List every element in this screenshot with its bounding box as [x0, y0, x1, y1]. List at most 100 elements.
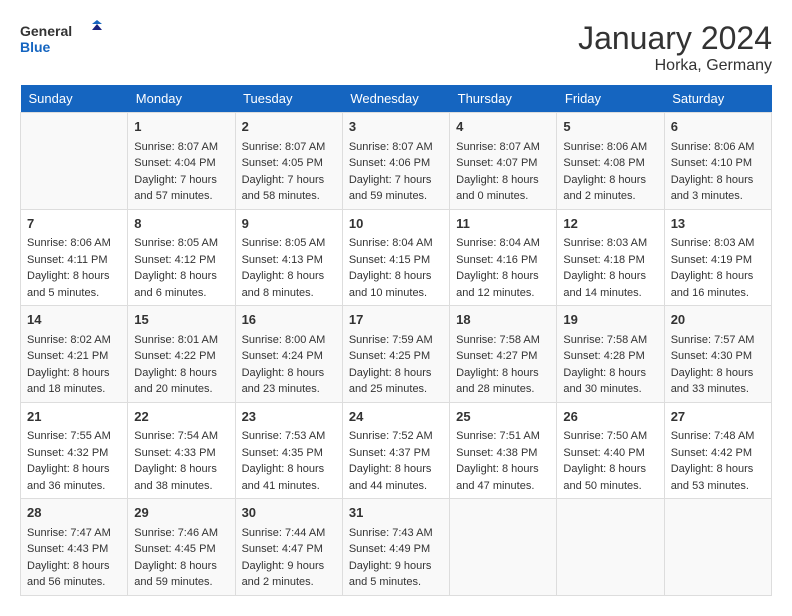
day-number: 15: [134, 310, 228, 330]
cell-week4-day4: 24 Sunrise: 7:52 AM Sunset: 4:37 PM Dayl…: [342, 402, 449, 499]
daylight: Daylight: 8 hours and 50 minutes.: [563, 463, 646, 492]
header-friday: Friday: [557, 85, 664, 113]
cell-week4-day1: 21 Sunrise: 7:55 AM Sunset: 4:32 PM Dayl…: [21, 402, 128, 499]
svg-text:Blue: Blue: [20, 39, 51, 55]
cell-week5-day6: [557, 499, 664, 596]
daylight: Daylight: 8 hours and 14 minutes.: [563, 270, 646, 299]
sunrise: Sunrise: 7:48 AM: [671, 430, 755, 442]
daylight: Daylight: 8 hours and 23 minutes.: [242, 367, 325, 396]
day-number: 27: [671, 407, 765, 427]
sunrise: Sunrise: 7:44 AM: [242, 527, 326, 539]
daylight: Daylight: 8 hours and 56 minutes.: [27, 560, 110, 589]
daylight: Daylight: 8 hours and 47 minutes.: [456, 463, 539, 492]
cell-week1-day3: 2 Sunrise: 8:07 AM Sunset: 4:05 PM Dayli…: [235, 113, 342, 210]
daylight: Daylight: 8 hours and 38 minutes.: [134, 463, 217, 492]
sunset: Sunset: 4:07 PM: [456, 157, 537, 169]
calendar-body: 1 Sunrise: 8:07 AM Sunset: 4:04 PM Dayli…: [21, 113, 772, 596]
sunrise: Sunrise: 8:03 AM: [563, 237, 647, 249]
daylight: Daylight: 7 hours and 59 minutes.: [349, 174, 432, 203]
day-number: 25: [456, 407, 550, 427]
sunrise: Sunrise: 8:04 AM: [349, 237, 433, 249]
sunset: Sunset: 4:21 PM: [27, 350, 108, 362]
cell-week1-day5: 4 Sunrise: 8:07 AM Sunset: 4:07 PM Dayli…: [450, 113, 557, 210]
svg-text:General: General: [20, 23, 72, 39]
sunrise: Sunrise: 8:04 AM: [456, 237, 540, 249]
header-row: Sunday Monday Tuesday Wednesday Thursday…: [21, 85, 772, 113]
cell-week3-day3: 16 Sunrise: 8:00 AM Sunset: 4:24 PM Dayl…: [235, 306, 342, 403]
daylight: Daylight: 8 hours and 18 minutes.: [27, 367, 110, 396]
cell-week1-day7: 6 Sunrise: 8:06 AM Sunset: 4:10 PM Dayli…: [664, 113, 771, 210]
sunrise: Sunrise: 7:47 AM: [27, 527, 111, 539]
header-wednesday: Wednesday: [342, 85, 449, 113]
day-number: 11: [456, 214, 550, 234]
daylight: Daylight: 8 hours and 20 minutes.: [134, 367, 217, 396]
day-number: 24: [349, 407, 443, 427]
day-number: 28: [27, 503, 121, 523]
daylight: Daylight: 8 hours and 25 minutes.: [349, 367, 432, 396]
sunset: Sunset: 4:28 PM: [563, 350, 644, 362]
day-number: 30: [242, 503, 336, 523]
cell-week5-day4: 31 Sunrise: 7:43 AM Sunset: 4:49 PM Dayl…: [342, 499, 449, 596]
calendar-title: January 2024: [578, 20, 772, 57]
header-saturday: Saturday: [664, 85, 771, 113]
day-number: 3: [349, 117, 443, 137]
day-number: 18: [456, 310, 550, 330]
sunset: Sunset: 4:38 PM: [456, 447, 537, 459]
daylight: Daylight: 8 hours and 8 minutes.: [242, 270, 325, 299]
title-block: January 2024 Horka, Germany: [578, 20, 772, 75]
daylight: Daylight: 8 hours and 59 minutes.: [134, 560, 217, 589]
daylight: Daylight: 8 hours and 36 minutes.: [27, 463, 110, 492]
cell-week4-day6: 26 Sunrise: 7:50 AM Sunset: 4:40 PM Dayl…: [557, 402, 664, 499]
daylight: Daylight: 8 hours and 33 minutes.: [671, 367, 754, 396]
cell-week4-day5: 25 Sunrise: 7:51 AM Sunset: 4:38 PM Dayl…: [450, 402, 557, 499]
cell-week5-day7: [664, 499, 771, 596]
sunrise: Sunrise: 7:51 AM: [456, 430, 540, 442]
sunset: Sunset: 4:13 PM: [242, 254, 323, 266]
day-number: 10: [349, 214, 443, 234]
cell-week2-day4: 10 Sunrise: 8:04 AM Sunset: 4:15 PM Dayl…: [342, 209, 449, 306]
sunrise: Sunrise: 8:05 AM: [134, 237, 218, 249]
sunset: Sunset: 4:27 PM: [456, 350, 537, 362]
sunset: Sunset: 4:12 PM: [134, 254, 215, 266]
daylight: Daylight: 8 hours and 41 minutes.: [242, 463, 325, 492]
day-number: 12: [563, 214, 657, 234]
day-number: 20: [671, 310, 765, 330]
sunrise: Sunrise: 7:57 AM: [671, 334, 755, 346]
sunset: Sunset: 4:08 PM: [563, 157, 644, 169]
sunset: Sunset: 4:10 PM: [671, 157, 752, 169]
daylight: Daylight: 9 hours and 2 minutes.: [242, 560, 325, 589]
sunset: Sunset: 4:47 PM: [242, 543, 323, 555]
sunset: Sunset: 4:40 PM: [563, 447, 644, 459]
sunrise: Sunrise: 7:58 AM: [563, 334, 647, 346]
calendar-subtitle: Horka, Germany: [578, 57, 772, 75]
daylight: Daylight: 8 hours and 10 minutes.: [349, 270, 432, 299]
sunset: Sunset: 4:15 PM: [349, 254, 430, 266]
daylight: Daylight: 8 hours and 6 minutes.: [134, 270, 217, 299]
week-row-5: 28 Sunrise: 7:47 AM Sunset: 4:43 PM Dayl…: [21, 499, 772, 596]
header-thursday: Thursday: [450, 85, 557, 113]
daylight: Daylight: 8 hours and 5 minutes.: [27, 270, 110, 299]
sunrise: Sunrise: 8:02 AM: [27, 334, 111, 346]
day-number: 1: [134, 117, 228, 137]
sunset: Sunset: 4:05 PM: [242, 157, 323, 169]
sunrise: Sunrise: 7:54 AM: [134, 430, 218, 442]
sunrise: Sunrise: 8:01 AM: [134, 334, 218, 346]
logo-svg: General Blue: [20, 20, 110, 60]
day-number: 7: [27, 214, 121, 234]
sunset: Sunset: 4:18 PM: [563, 254, 644, 266]
cell-week5-day3: 30 Sunrise: 7:44 AM Sunset: 4:47 PM Dayl…: [235, 499, 342, 596]
week-row-3: 14 Sunrise: 8:02 AM Sunset: 4:21 PM Dayl…: [21, 306, 772, 403]
sunset: Sunset: 4:06 PM: [349, 157, 430, 169]
cell-week3-day6: 19 Sunrise: 7:58 AM Sunset: 4:28 PM Dayl…: [557, 306, 664, 403]
day-number: 31: [349, 503, 443, 523]
cell-week3-day1: 14 Sunrise: 8:02 AM Sunset: 4:21 PM Dayl…: [21, 306, 128, 403]
cell-week4-day7: 27 Sunrise: 7:48 AM Sunset: 4:42 PM Dayl…: [664, 402, 771, 499]
sunset: Sunset: 4:42 PM: [671, 447, 752, 459]
calendar-header: Sunday Monday Tuesday Wednesday Thursday…: [21, 85, 772, 113]
day-number: 5: [563, 117, 657, 137]
daylight: Daylight: 9 hours and 5 minutes.: [349, 560, 432, 589]
daylight: Daylight: 8 hours and 2 minutes.: [563, 174, 646, 203]
cell-week1-day1: [21, 113, 128, 210]
sunset: Sunset: 4:37 PM: [349, 447, 430, 459]
day-number: 8: [134, 214, 228, 234]
